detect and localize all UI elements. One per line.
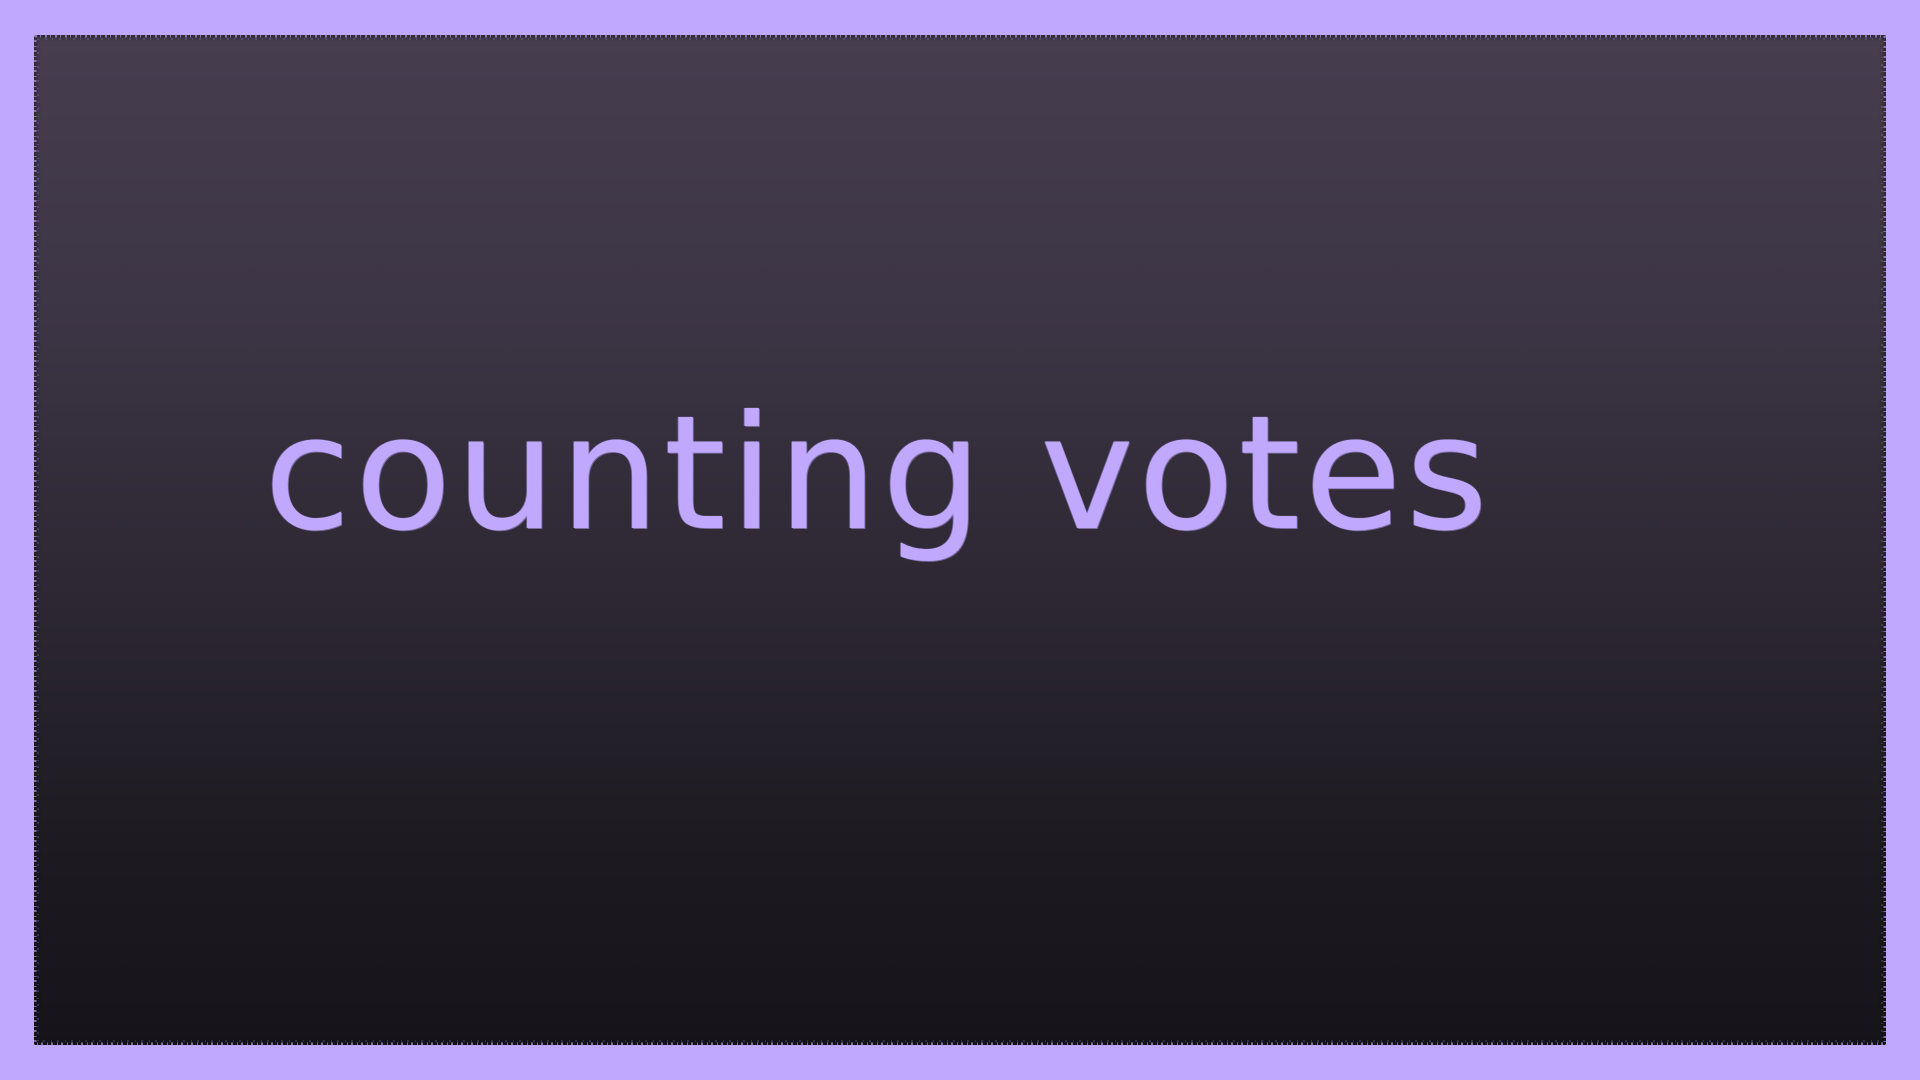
chalk-frame: counting votes bbox=[0, 0, 1920, 1080]
chalkboard: counting votes bbox=[34, 35, 1886, 1045]
slide-title: counting votes bbox=[264, 382, 1492, 566]
